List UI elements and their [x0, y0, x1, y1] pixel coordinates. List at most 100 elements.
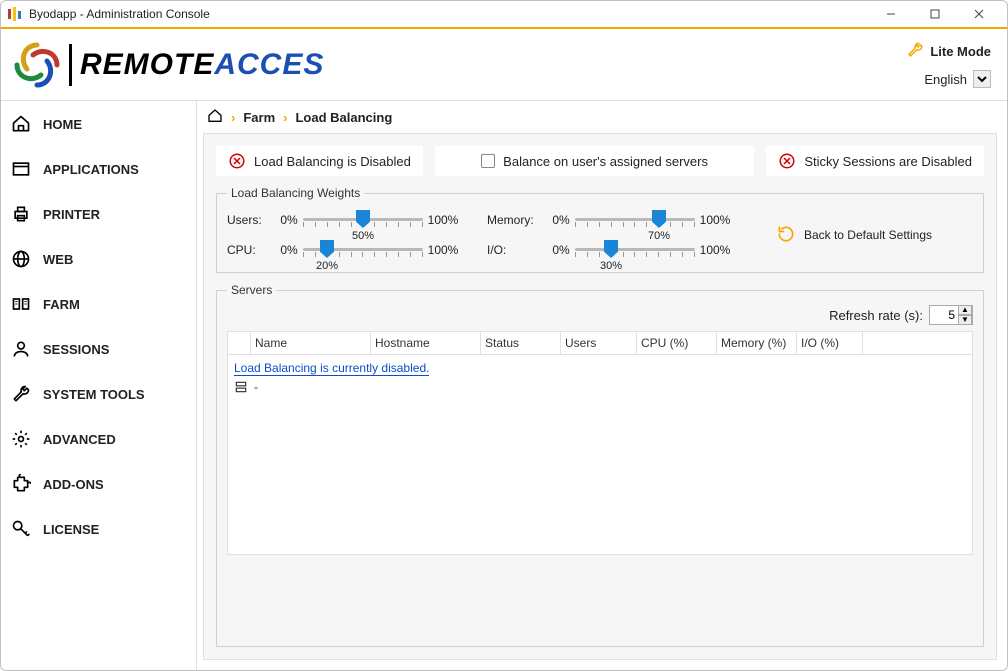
- weights-legend: Load Balancing Weights: [227, 186, 364, 200]
- refresh-rate-label: Refresh rate (s):: [829, 308, 923, 323]
- weights-group: Load Balancing Weights Users: 0% 50% 100…: [216, 186, 984, 273]
- window-icon: [11, 159, 31, 179]
- language-dropdown[interactable]: [973, 70, 991, 88]
- status-lb-label: Load Balancing is Disabled: [254, 154, 411, 169]
- servers-table-header: Name Hostname Status Users CPU (%) Memor…: [227, 331, 973, 355]
- app-icon: [7, 6, 23, 22]
- logo: REMOTE ACCES: [13, 41, 324, 89]
- col-cpu[interactable]: CPU (%): [637, 331, 717, 355]
- col-hostname[interactable]: Hostname: [371, 331, 481, 355]
- wrench-icon: [906, 41, 924, 62]
- breadcrumb: › Farm › Load Balancing: [203, 101, 997, 133]
- spinner-down-button[interactable]: ▼: [958, 315, 972, 325]
- home-icon: [11, 114, 31, 134]
- lite-mode-button[interactable]: Lite Mode: [906, 41, 991, 62]
- servers-legend: Servers: [227, 283, 276, 297]
- cpu-value: 20%: [316, 260, 338, 272]
- x-circle-icon: [778, 152, 796, 170]
- puzzle-icon: [11, 474, 31, 494]
- io-value: 30%: [600, 260, 622, 272]
- breadcrumb-load-balancing: Load Balancing: [295, 110, 392, 125]
- sidebar-item-label: ADVANCED: [43, 432, 116, 447]
- sidebar: HOME APPLICATIONS PRINTER WEB: [1, 101, 197, 670]
- sidebar-item-label: LICENSE: [43, 522, 99, 537]
- io-max: 100%: [695, 243, 735, 257]
- sidebar-item-label: WEB: [43, 252, 73, 267]
- sidebar-item-advanced[interactable]: ADVANCED: [1, 416, 196, 461]
- maximize-button[interactable]: [913, 0, 957, 28]
- tools-icon: [11, 384, 31, 404]
- minimize-button[interactable]: [869, 0, 913, 28]
- table-row-empty-label: -: [254, 380, 258, 394]
- io-slider[interactable]: 30%: [575, 238, 695, 262]
- col-io[interactable]: I/O (%): [797, 331, 863, 355]
- sidebar-item-label: PRINTER: [43, 207, 100, 222]
- memory-min: 0%: [547, 213, 575, 227]
- logo-divider: [69, 44, 72, 86]
- sidebar-item-web[interactable]: WEB: [1, 236, 196, 281]
- sidebar-item-sessions[interactable]: SESSIONS: [1, 326, 196, 371]
- sidebar-item-system-tools[interactable]: SYSTEM TOOLS: [1, 371, 196, 416]
- sidebar-item-license[interactable]: LICENSE: [1, 506, 196, 551]
- server-icon: [234, 380, 248, 394]
- header: REMOTE ACCES Lite Mode English: [1, 29, 1007, 101]
- users-min: 0%: [275, 213, 303, 227]
- memory-max: 100%: [695, 213, 735, 227]
- logo-text-access: ACCES: [214, 48, 324, 82]
- memory-slider[interactable]: 70%: [575, 208, 695, 232]
- users-slider[interactable]: 50%: [303, 208, 423, 232]
- printer-icon: [11, 204, 31, 224]
- back-to-default-button[interactable]: Back to Default Settings: [776, 224, 932, 247]
- close-button[interactable]: [957, 0, 1001, 28]
- sidebar-item-farm[interactable]: FARM: [1, 281, 196, 326]
- farm-icon: [11, 294, 31, 314]
- servers-group: Servers Refresh rate (s): ▲ ▼: [216, 283, 984, 647]
- language-label: English: [924, 72, 967, 87]
- servers-table-body: Load Balancing is currently disabled. -: [227, 355, 973, 555]
- sidebar-item-label: HOME: [43, 117, 82, 132]
- col-memory[interactable]: Memory (%): [717, 331, 797, 355]
- chevron-right-icon: ›: [283, 110, 287, 125]
- sidebar-item-printer[interactable]: PRINTER: [1, 191, 196, 236]
- cpu-min: 0%: [275, 243, 303, 257]
- memory-label: Memory:: [487, 213, 547, 227]
- refresh-rate-input[interactable]: ▲ ▼: [929, 305, 973, 325]
- sidebar-item-label: SESSIONS: [43, 342, 109, 357]
- cpu-max: 100%: [423, 243, 463, 257]
- col-checkbox[interactable]: [227, 331, 251, 355]
- sidebar-item-addons[interactable]: ADD-ONS: [1, 461, 196, 506]
- users-max: 100%: [423, 213, 463, 227]
- status-load-balancing[interactable]: Load Balancing is Disabled: [216, 146, 423, 176]
- key-icon: [11, 519, 31, 539]
- language-selector[interactable]: English: [924, 70, 991, 88]
- x-circle-icon: [228, 152, 246, 170]
- checkbox-icon: [481, 154, 495, 168]
- logo-text-remote: REMOTE: [80, 48, 214, 82]
- sidebar-item-home[interactable]: HOME: [1, 101, 196, 146]
- io-label: I/O:: [487, 243, 547, 257]
- sidebar-item-label: APPLICATIONS: [43, 162, 139, 177]
- table-row: -: [234, 380, 966, 394]
- cpu-label: CPU:: [227, 243, 275, 257]
- refresh-rate-field[interactable]: [930, 308, 958, 322]
- window-titlebar: Byodapp - Administration Console: [1, 1, 1007, 29]
- user-icon: [11, 339, 31, 359]
- breadcrumb-home-icon[interactable]: [207, 108, 223, 127]
- cpu-slider[interactable]: 20%: [303, 238, 423, 262]
- chevron-right-icon: ›: [231, 110, 235, 125]
- logo-text: REMOTE ACCES: [80, 48, 324, 82]
- col-users[interactable]: Users: [561, 331, 637, 355]
- sidebar-item-label: FARM: [43, 297, 80, 312]
- status-sticky-sessions[interactable]: Sticky Sessions are Disabled: [766, 146, 984, 176]
- status-sticky-label: Sticky Sessions are Disabled: [804, 154, 972, 169]
- col-status[interactable]: Status: [481, 331, 561, 355]
- sidebar-item-label: ADD-ONS: [43, 477, 104, 492]
- spinner-up-button[interactable]: ▲: [958, 305, 972, 315]
- breadcrumb-farm[interactable]: Farm: [243, 110, 275, 125]
- balance-assigned-checkbox[interactable]: Balance on user's assigned servers: [435, 146, 755, 176]
- balance-assigned-label: Balance on user's assigned servers: [503, 154, 708, 169]
- window-title: Byodapp - Administration Console: [29, 7, 210, 21]
- sidebar-item-applications[interactable]: APPLICATIONS: [1, 146, 196, 191]
- lb-disabled-message[interactable]: Load Balancing is currently disabled.: [234, 361, 429, 376]
- col-name[interactable]: Name: [251, 331, 371, 355]
